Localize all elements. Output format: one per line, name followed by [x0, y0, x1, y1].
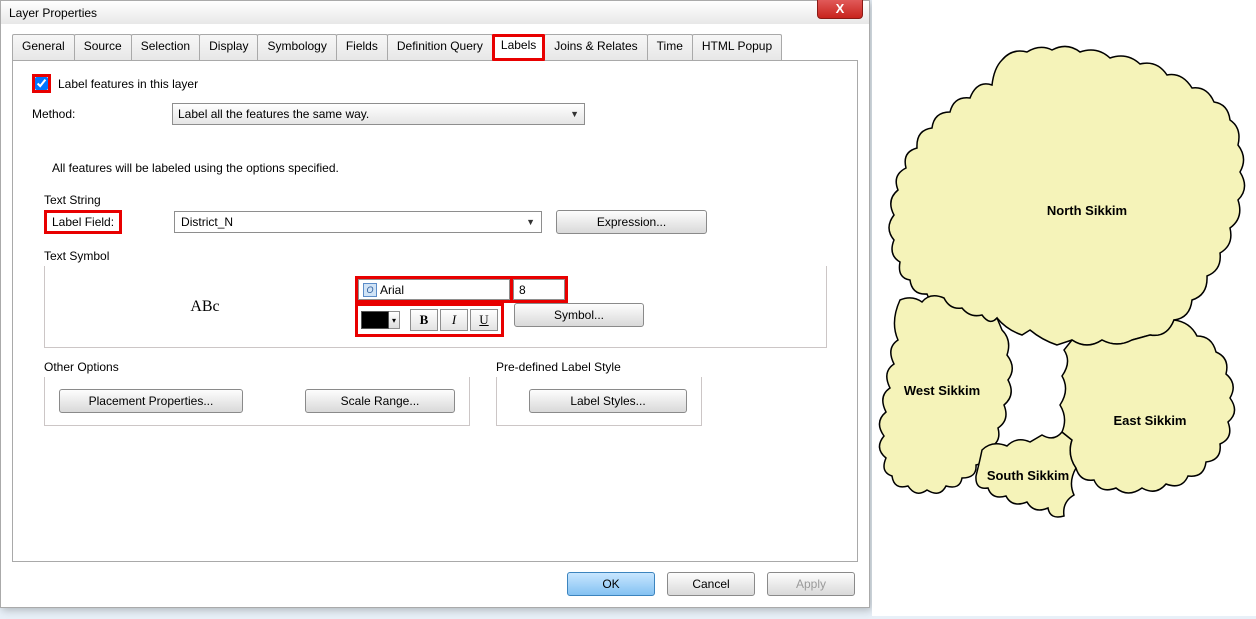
cancel-button[interactable]: Cancel [667, 572, 755, 596]
predefined-label-style-label: Pre-defined Label Style [496, 360, 702, 374]
placement-properties-button[interactable]: Placement Properties... [59, 389, 243, 413]
label-styles-button[interactable]: Label Styles... [529, 389, 687, 413]
tab-definition-query[interactable]: Definition Query [387, 34, 493, 60]
font-color-dropdown[interactable]: ▾ [389, 311, 400, 329]
close-icon: X [836, 1, 845, 16]
symbol-preview: ABc [55, 298, 355, 316]
other-options-label: Other Options [44, 360, 470, 374]
font-size-highlight: 8 [513, 276, 568, 303]
chevron-down-icon: ▼ [570, 109, 579, 119]
tab-strip: General Source Selection Display Symbolo… [12, 34, 858, 60]
label-north-sikkim: North Sikkim [1047, 203, 1127, 218]
text-symbol-label: Text Symbol [44, 249, 827, 263]
tab-panel-labels: Label features in this layer Method: Lab… [12, 60, 858, 562]
font-color-swatch[interactable] [361, 311, 389, 329]
dialog-title: Layer Properties [9, 6, 97, 20]
font-size-dropdown[interactable]: 8 [513, 279, 565, 300]
bold-button[interactable]: B [410, 309, 438, 331]
label-features-checkbox-highlight [32, 74, 51, 93]
dialog-button-row: OK Cancel Apply [567, 572, 855, 596]
underline-button[interactable]: U [470, 309, 498, 331]
map-preview: North Sikkim West Sikkim South Sikkim Ea… [872, 0, 1256, 616]
district-east-sikkim [1060, 320, 1235, 493]
symbol-button[interactable]: Symbol... [514, 303, 644, 327]
chevron-down-icon: ▼ [526, 217, 535, 227]
titlebar: Layer Properties X [1, 1, 869, 24]
scale-range-button[interactable]: Scale Range... [305, 389, 455, 413]
tab-display[interactable]: Display [199, 34, 258, 60]
tab-symbology[interactable]: Symbology [257, 34, 336, 60]
label-field-dropdown[interactable]: District_N ▼ [174, 211, 542, 233]
method-label: Method: [32, 107, 172, 121]
font-style-highlight: ▾ B I U [355, 303, 504, 337]
label-field-label: Label Field: [44, 210, 122, 234]
tab-selection[interactable]: Selection [131, 34, 200, 60]
tab-fields[interactable]: Fields [336, 34, 388, 60]
label-features-checkbox[interactable] [35, 77, 48, 90]
label-description: All features will be labeled using the o… [52, 161, 827, 175]
label-east-sikkim: East Sikkim [1114, 413, 1187, 428]
tab-time[interactable]: Time [647, 34, 693, 60]
label-field-value: District_N [181, 215, 233, 229]
tab-joins-relates[interactable]: Joins & Relates [544, 34, 647, 60]
tab-html-popup[interactable]: HTML Popup [692, 34, 782, 60]
method-value: Label all the features the same way. [178, 107, 369, 121]
tab-general[interactable]: General [12, 34, 75, 60]
method-dropdown[interactable]: Label all the features the same way. ▼ [172, 103, 585, 125]
close-button[interactable]: X [817, 0, 863, 19]
apply-button[interactable]: Apply [767, 572, 855, 596]
label-west-sikkim: West Sikkim [904, 383, 980, 398]
label-south-sikkim: South Sikkim [987, 468, 1069, 483]
font-icon: O [363, 283, 377, 297]
label-features-text: Label features in this layer [58, 77, 198, 91]
font-name-highlight: O Arial [355, 276, 513, 303]
ok-button[interactable]: OK [567, 572, 655, 596]
tab-labels[interactable]: Labels [492, 34, 545, 61]
font-name-value: Arial [380, 283, 404, 297]
font-name-dropdown[interactable]: O Arial [358, 279, 510, 300]
italic-button[interactable]: I [440, 309, 468, 331]
sikkim-map: North Sikkim West Sikkim South Sikkim Ea… [872, 0, 1256, 616]
layer-properties-dialog: Layer Properties X General Source Select… [0, 0, 870, 608]
font-size-value: 8 [519, 283, 526, 297]
tab-source[interactable]: Source [74, 34, 132, 60]
text-string-label: Text String [44, 193, 827, 207]
expression-button[interactable]: Expression... [556, 210, 707, 234]
